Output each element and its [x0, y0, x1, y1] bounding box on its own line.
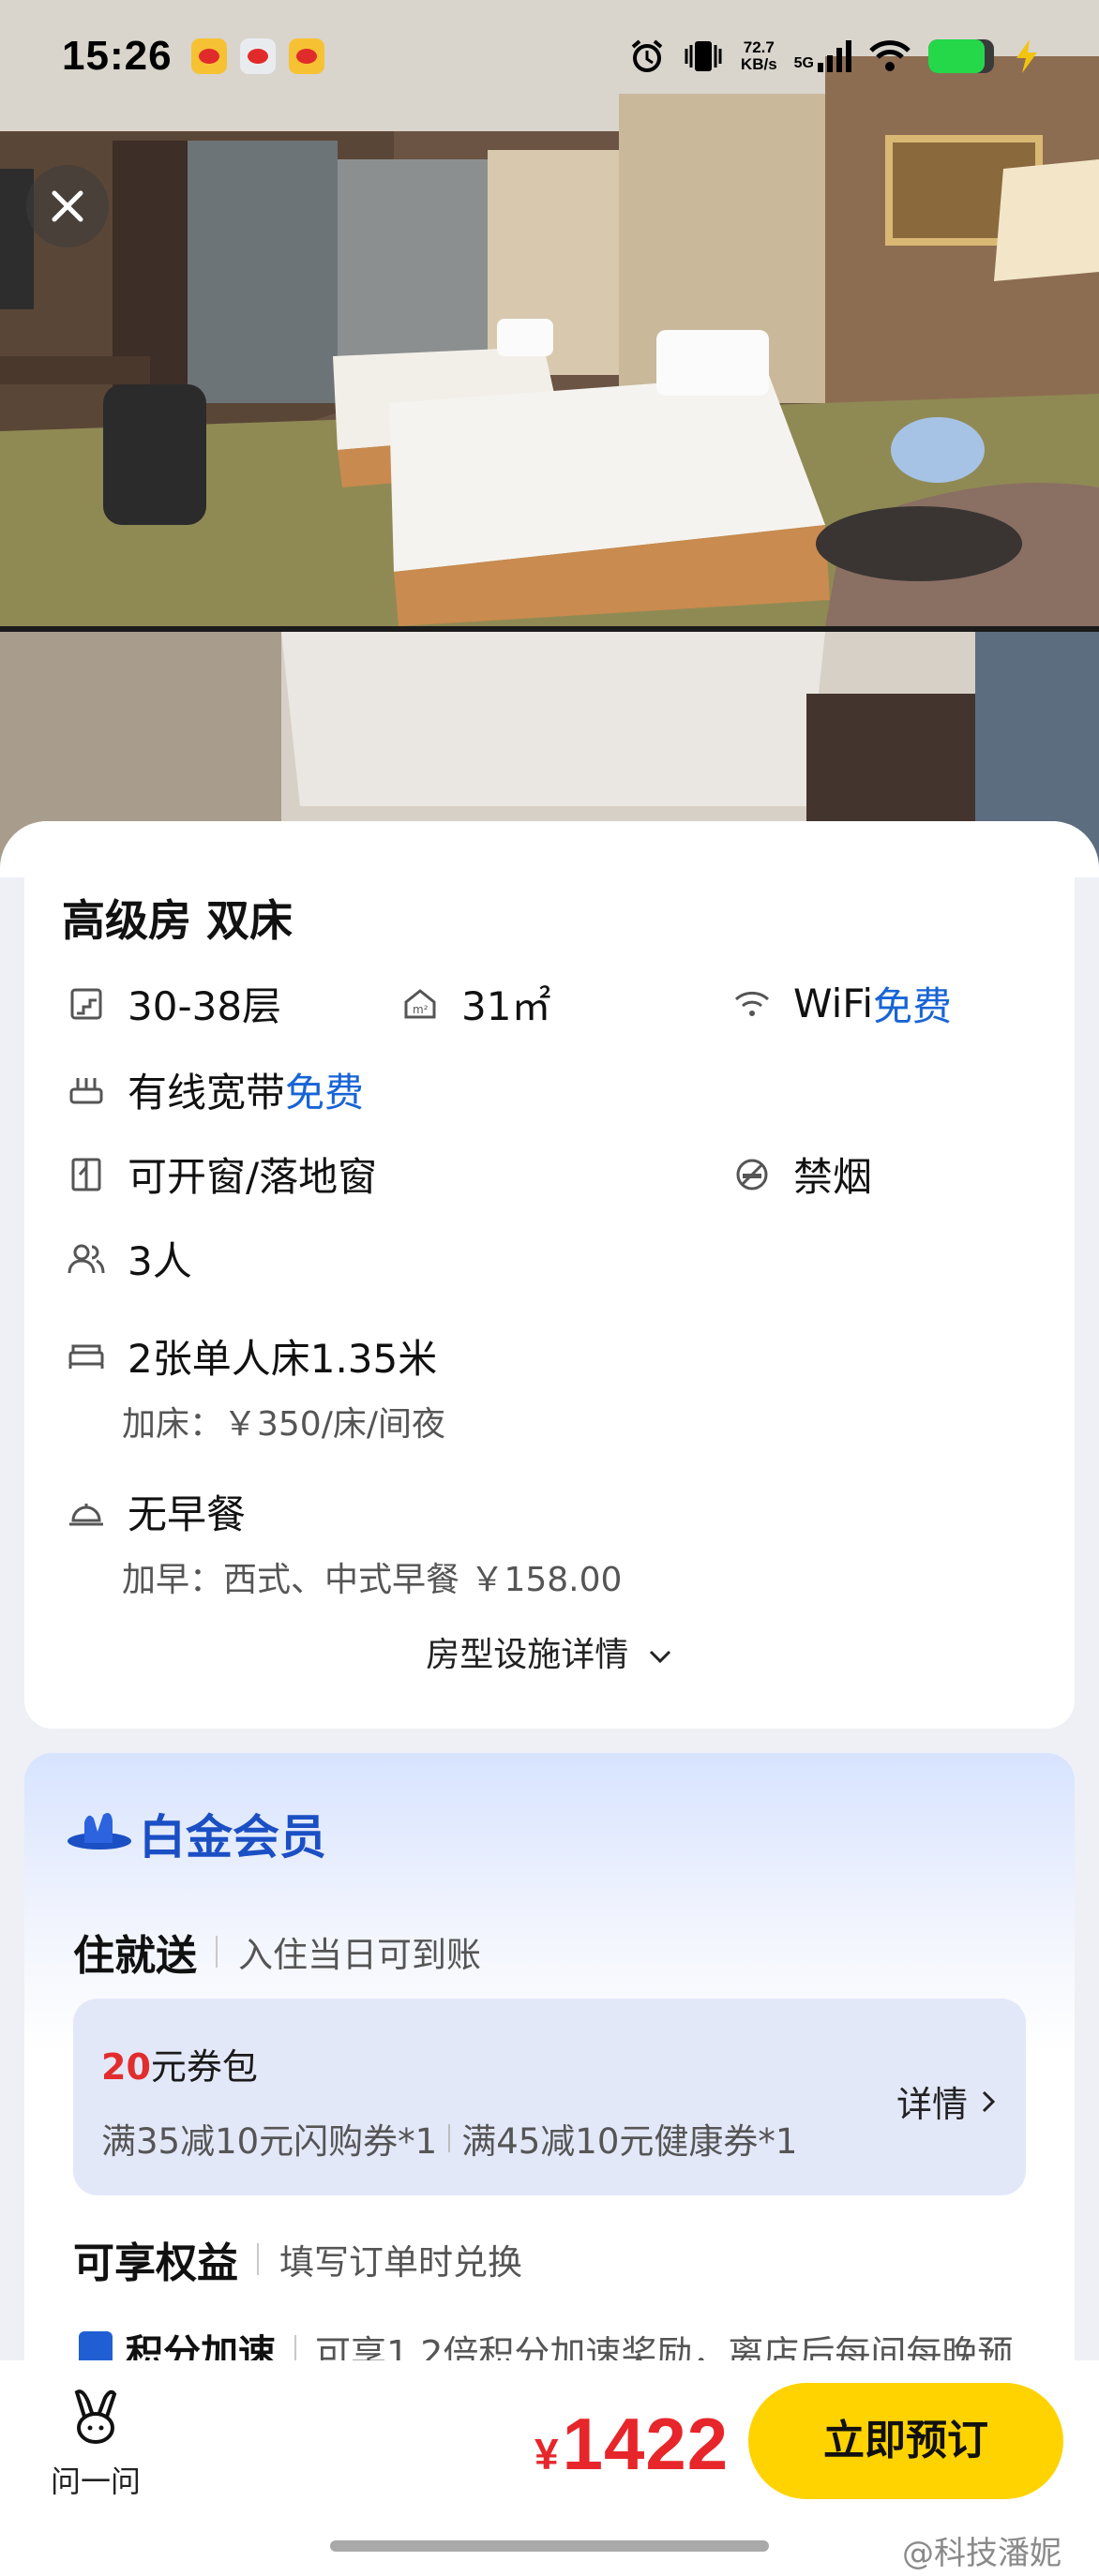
- room-photo-gallery[interactable]: [0, 0, 1099, 900]
- occupancy-info: 3人: [66, 1230, 192, 1287]
- book-now-button[interactable]: 立即预订: [748, 2383, 1063, 2499]
- wifi-icon: [731, 983, 773, 1025]
- network-speed: 72.7 KB/s: [740, 38, 777, 73]
- room-title: 高级房 双床: [62, 895, 294, 946]
- stay-gift-row: 住就送 入住当日可到账: [73, 1932, 481, 1980]
- room-info-card: 高级房 双床 30-38层 m² 31㎡ WiFi 免费 有线宽带 免费 可开窗/落…: [24, 821, 1075, 1729]
- coupon-pack[interactable]: 20元券包 满35减10元闪购券*1 满45减10元健康券*1 详情: [73, 1999, 1026, 2195]
- coupon-title: 20元券包: [101, 2046, 258, 2088]
- extra-bed-price: 加床：￥350/床/间夜: [122, 1405, 445, 1444]
- coupon-items: 满35减10元闪购券*1 满45减10元健康券*1: [101, 2121, 798, 2162]
- bed-icon: [66, 1336, 107, 1377]
- status-bar: 15:26 72.7 KB/s 5G: [0, 0, 1099, 112]
- membership-tier: 白金会员: [66, 1800, 326, 1867]
- weibo-app-icon: [288, 38, 324, 74]
- signal-icon: 5G: [794, 40, 851, 72]
- wifi-info: WiFi 免费: [731, 975, 952, 1032]
- window-icon: [66, 1154, 107, 1195]
- wifi-icon: [869, 40, 911, 71]
- watermark: @科技潘妮: [902, 2535, 1061, 2572]
- vibrate-icon: [685, 41, 722, 71]
- breakfast-info: 无早餐: [66, 1483, 246, 1540]
- router-icon: [66, 1070, 107, 1111]
- charging-icon: [1016, 39, 1037, 73]
- alarm-icon: [631, 39, 663, 72]
- people-icon: [66, 1238, 107, 1280]
- notification-icons: [190, 38, 324, 74]
- total-price: ¥ 1422: [534, 2403, 730, 2485]
- window-info: 可开窗/落地窗: [66, 1146, 377, 1203]
- floor-info: 30-38层: [66, 975, 281, 1032]
- network-type: 5G: [793, 55, 814, 71]
- benefits-row: 可享权益 填写订单时兑换: [73, 2239, 522, 2287]
- smoking-info: 禁烟: [731, 1146, 872, 1203]
- home-indicator[interactable]: [330, 2540, 769, 2552]
- app-notification-icon: [239, 38, 276, 74]
- chevron-right-icon: [982, 2090, 996, 2112]
- status-time: 15:26: [62, 33, 173, 79]
- close-icon: [52, 190, 83, 222]
- room-facilities-link[interactable]: 房型设施详情: [0, 1627, 1099, 1676]
- weibo-app-icon: [190, 38, 227, 74]
- svg-text:m²: m²: [413, 1003, 429, 1016]
- platinum-logo-icon: [68, 1813, 131, 1850]
- stairs-icon: [66, 983, 107, 1025]
- room-detail-sheet: 高级房 双床 30-38层 m² 31㎡ WiFi 免费 有线宽带 免费 可开窗/落…: [0, 821, 1099, 2576]
- bed-info: 2张单人床1.35米: [66, 1327, 437, 1385]
- battery-icon: [928, 39, 994, 73]
- no-smoking-icon: [731, 1154, 773, 1195]
- ask-button[interactable]: 问一问: [39, 2389, 152, 2501]
- close-button[interactable]: [26, 165, 109, 247]
- rabbit-assistant-icon: [74, 2389, 117, 2444]
- dining-bell-icon: [66, 1491, 107, 1533]
- chevron-down-icon: [649, 1650, 670, 1664]
- area-info: m² 31㎡: [399, 975, 550, 1032]
- extra-breakfast-price: 加早：西式、中式早餐 ￥158.00: [122, 1561, 623, 1599]
- coupon-detail-link[interactable]: 详情: [896, 2075, 1000, 2127]
- broadband-info: 有线宽带 免费: [66, 1061, 364, 1118]
- room-photo: [0, 0, 1099, 900]
- area-icon: m²: [399, 983, 441, 1025]
